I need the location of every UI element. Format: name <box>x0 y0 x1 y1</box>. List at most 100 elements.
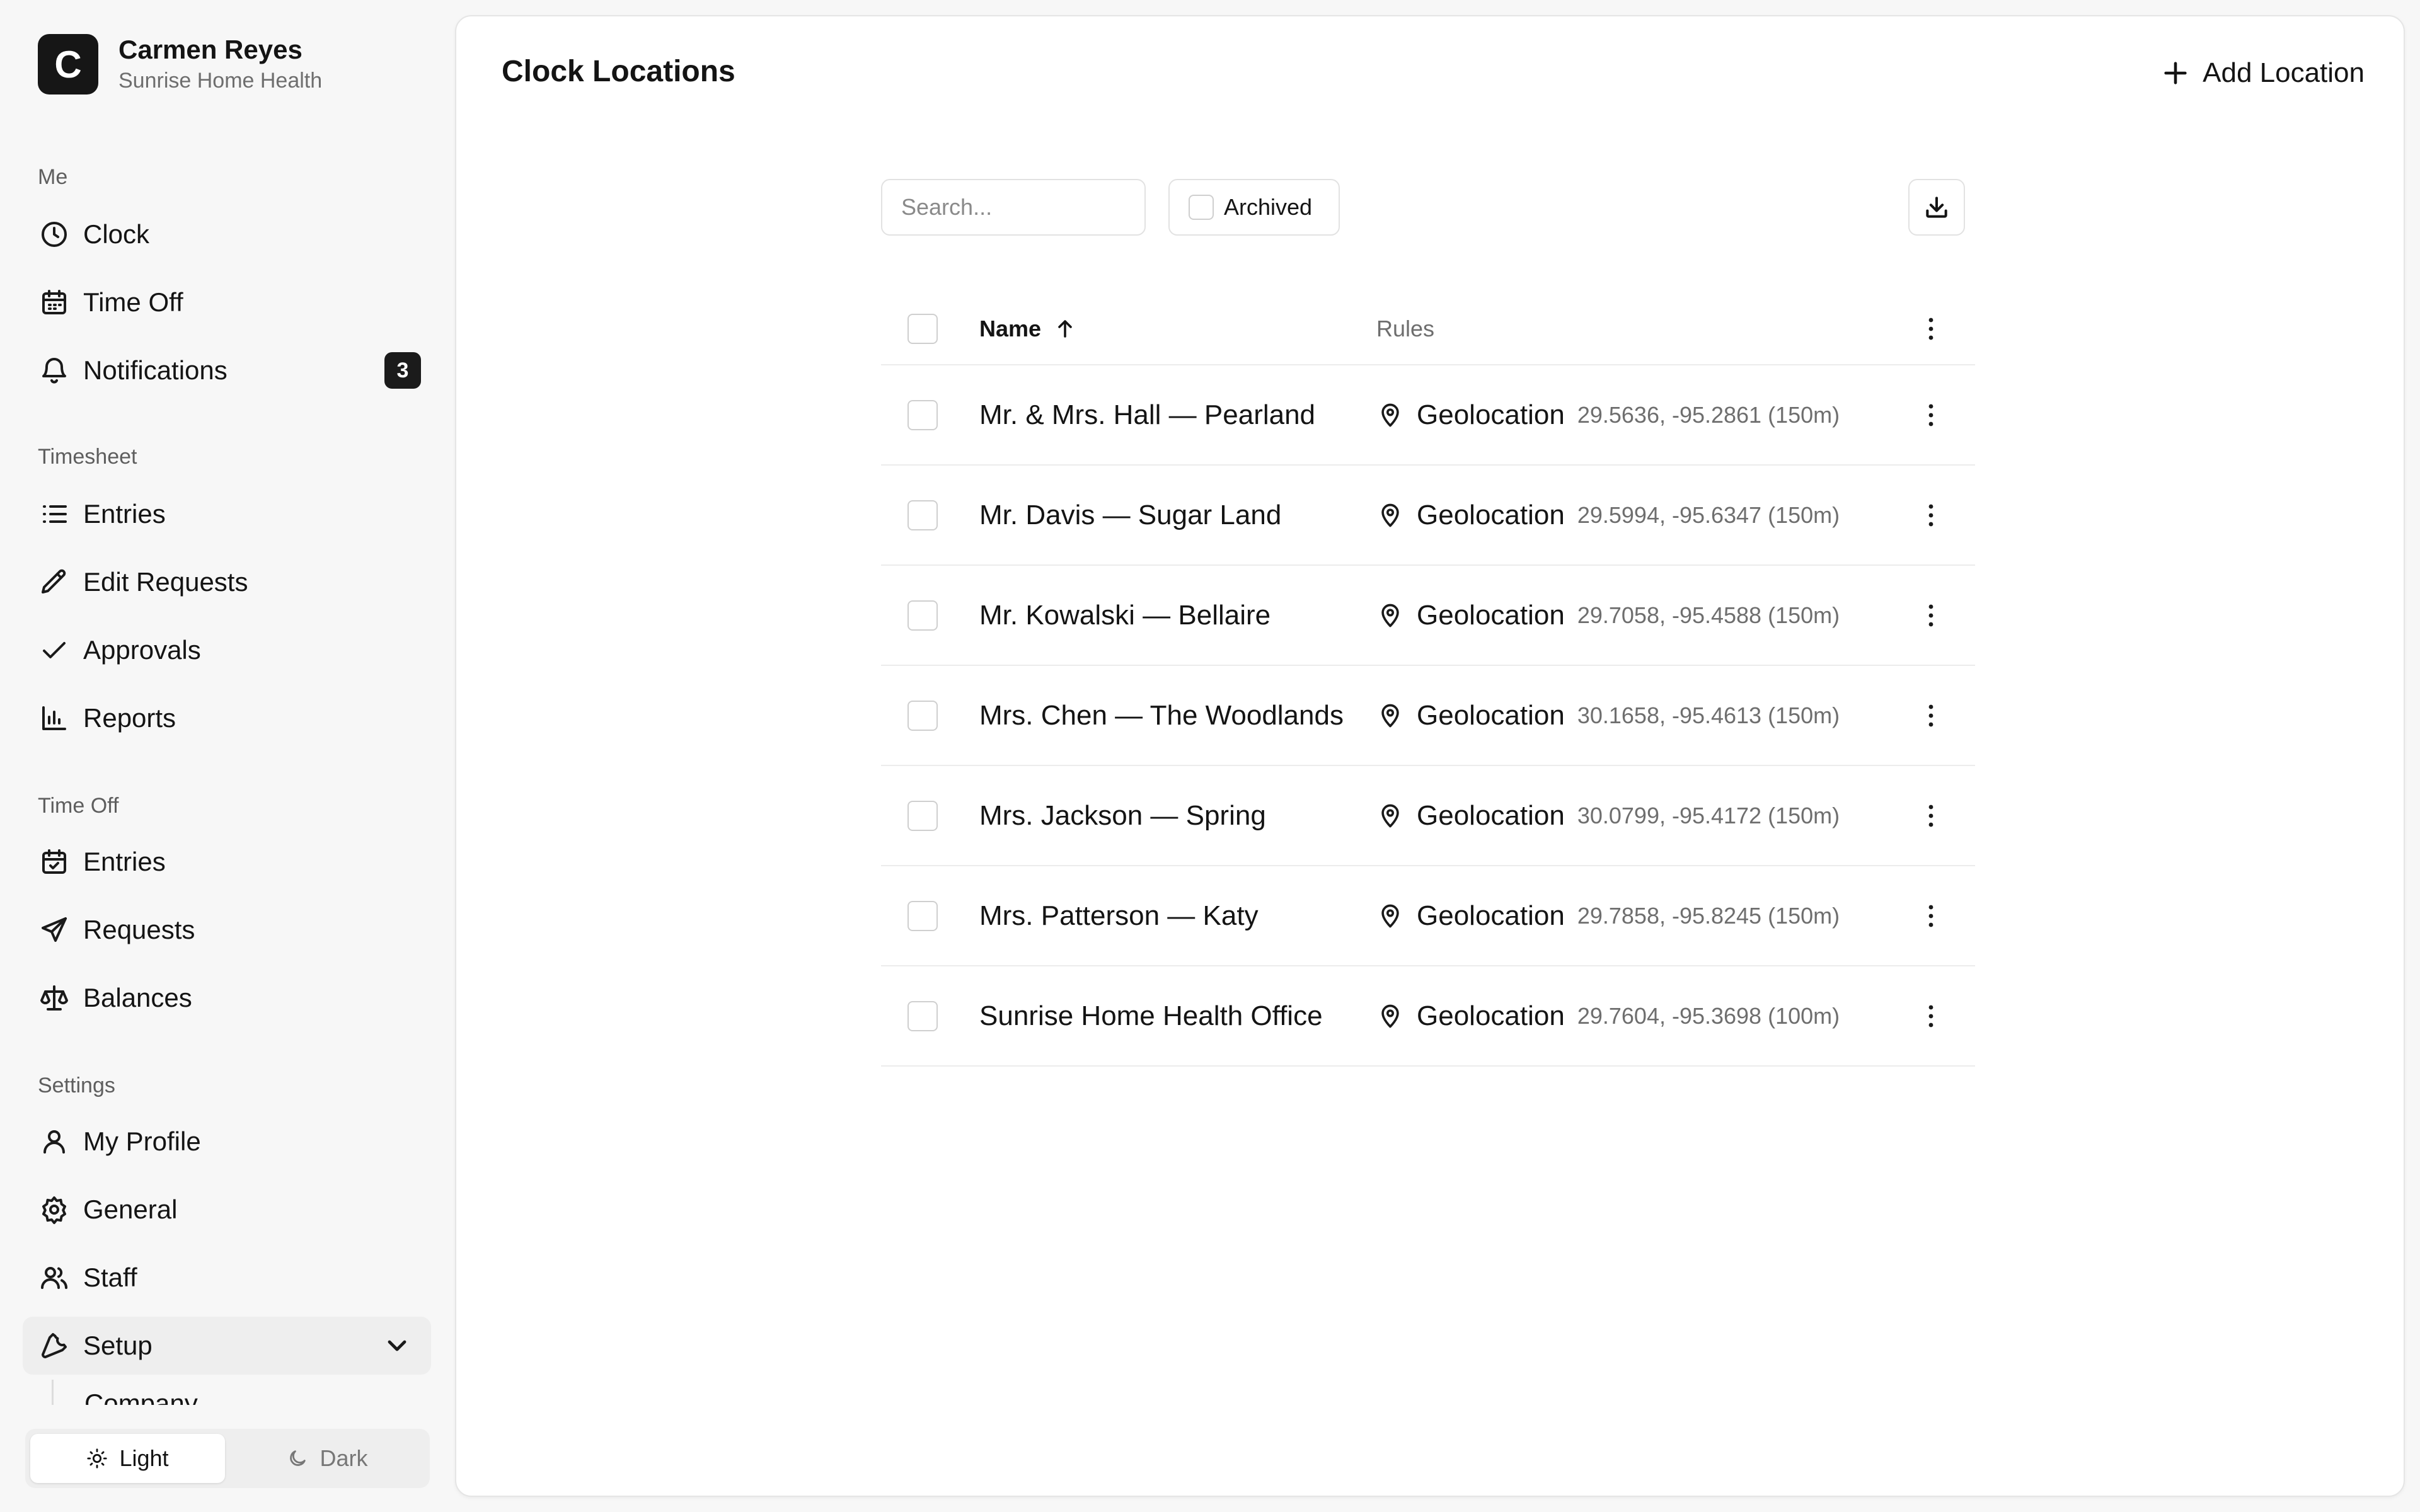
send-icon <box>38 914 71 946</box>
location-rule: Geolocation 29.7058, -95.4588 (150m) <box>1376 600 1840 631</box>
table-row[interactable]: Mr. & Mrs. Hall — Pearland Geolocation 29.… <box>881 365 1975 466</box>
row-checkbox[interactable] <box>908 800 938 831</box>
location-rule: Geolocation 30.0799, -95.4172 (150m) <box>1376 800 1840 832</box>
row-checkbox[interactable] <box>908 1000 938 1031</box>
theme-toggle: Light Dark <box>25 1429 430 1488</box>
locations-table: Name Rules Mr. & Mrs. Hall — Pearland Geo… <box>881 294 1975 1067</box>
column-options-icon[interactable] <box>1916 314 1946 344</box>
map-pin-icon <box>1376 902 1404 930</box>
add-location-button[interactable]: Add Location <box>2161 54 2365 92</box>
location-rule: Geolocation 29.7858, -95.8245 (150m) <box>1376 900 1840 932</box>
sidebar-item-label: My Profile <box>83 1126 201 1156</box>
check-icon <box>38 634 71 667</box>
sidebar-item-time-off[interactable]: Time Off <box>23 273 431 331</box>
rule-type: Geolocation <box>1417 900 1565 931</box>
table-row[interactable]: Mr. Davis — Sugar Land Geolocation 29.5994… <box>881 466 1975 566</box>
scale-icon <box>38 982 71 1014</box>
sidebar-item-label: Staff <box>83 1263 137 1292</box>
row-actions-icon[interactable] <box>1916 801 1946 831</box>
table-row[interactable]: Mr. Kowalski — Bellaire Geolocation 29.705… <box>881 566 1975 666</box>
column-header-name[interactable]: Name <box>979 316 1076 342</box>
row-checkbox[interactable] <box>908 600 938 631</box>
row-checkbox[interactable] <box>908 399 938 430</box>
rule-coordinates: 30.0799, -95.4172 (150m) <box>1577 802 1840 828</box>
row-actions-icon[interactable] <box>1916 701 1946 731</box>
location-name: Mr. Davis — Sugar Land <box>979 499 1282 530</box>
map-pin-icon <box>1376 702 1404 730</box>
theme-dark-label: Dark <box>320 1445 368 1471</box>
user-icon <box>38 1125 71 1158</box>
users-icon <box>38 1261 71 1294</box>
group-label-me: Me <box>38 165 68 189</box>
row-actions-icon[interactable] <box>1916 500 1946 530</box>
row-checkbox[interactable] <box>908 500 938 530</box>
sidebar-item-label: Entries <box>83 847 166 876</box>
rule-coordinates: 29.7604, -95.3698 (100m) <box>1577 1002 1840 1029</box>
table-row[interactable]: Mrs. Jackson — Spring Geolocation 30.0799,… <box>881 766 1975 866</box>
table-row[interactable]: Sunrise Home Health Office Geolocation 29.… <box>881 966 1975 1067</box>
sidebar-item-time-off-entries[interactable]: Entries <box>23 833 431 891</box>
select-all-checkbox[interactable] <box>908 314 938 344</box>
rule-type: Geolocation <box>1417 399 1565 430</box>
sidebar-item-reports[interactable]: Reports <box>23 689 431 747</box>
sidebar-subitem-company[interactable]: Company <box>84 1389 198 1405</box>
table-body: Mr. & Mrs. Hall — Pearland Geolocation 29.… <box>881 365 1975 1067</box>
sidebar-item-my-profile[interactable]: My Profile <box>23 1113 431 1171</box>
gear-icon <box>38 1193 71 1226</box>
rule-type: Geolocation <box>1417 599 1565 631</box>
download-button[interactable] <box>1908 179 1965 236</box>
row-checkbox[interactable] <box>908 900 938 931</box>
sidebar: C Carmen Reyes Sunrise Home Health Me Cl… <box>0 0 454 1512</box>
main-panel: Clock Locations Add Location Archived Na… <box>455 15 2405 1497</box>
search-input[interactable] <box>881 179 1146 236</box>
sidebar-item-edit-requests[interactable]: Edit Requests <box>23 553 431 611</box>
location-rule: Geolocation 29.7604, -95.3698 (100m) <box>1376 1000 1840 1032</box>
submenu-guide-line <box>52 1380 54 1405</box>
theme-light-button[interactable]: Light <box>30 1434 225 1483</box>
bar-chart-icon <box>38 702 71 735</box>
rule-coordinates: 29.5994, -95.6347 (150m) <box>1577 501 1840 528</box>
sidebar-item-label: Requests <box>83 915 195 944</box>
sidebar-item-approvals[interactable]: Approvals <box>23 621 431 679</box>
row-actions-icon[interactable] <box>1916 600 1946 631</box>
app-root: C Carmen Reyes Sunrise Home Health Me Cl… <box>0 0 2420 1512</box>
group-label-time-off: Time Off <box>38 794 119 818</box>
sort-ascending-icon <box>1058 320 1072 338</box>
row-actions-icon[interactable] <box>1916 901 1946 931</box>
sidebar-item-label: Entries <box>83 499 166 529</box>
sidebar-item-setup[interactable]: Setup <box>23 1317 431 1375</box>
sidebar-item-requests[interactable]: Requests <box>23 901 431 959</box>
sidebar-item-staff[interactable]: Staff <box>23 1249 431 1307</box>
sidebar-item-balances[interactable]: Balances <box>23 969 431 1027</box>
row-actions-icon[interactable] <box>1916 1001 1946 1031</box>
sidebar-item-label: Reports <box>83 703 176 733</box>
notification-count-badge: 3 <box>384 352 421 389</box>
row-actions-icon[interactable] <box>1916 400 1946 430</box>
location-rule: Geolocation 29.5994, -95.6347 (150m) <box>1376 500 1840 531</box>
archived-filter[interactable]: Archived <box>1168 179 1340 236</box>
sidebar-item-timesheet-entries[interactable]: Entries <box>23 485 431 543</box>
archived-checkbox[interactable] <box>1189 195 1214 220</box>
add-location-label: Add Location <box>2203 57 2365 88</box>
location-name: Mr. & Mrs. Hall — Pearland <box>979 399 1316 430</box>
list-icon <box>38 498 71 530</box>
sidebar-item-general[interactable]: General <box>23 1181 431 1239</box>
theme-dark-button[interactable]: Dark <box>230 1434 425 1483</box>
chevron-down-icon[interactable] <box>382 1331 412 1361</box>
sidebar-item-label: Approvals <box>83 635 201 665</box>
plus-icon <box>2164 62 2187 84</box>
table-row[interactable]: Mrs. Chen — The Woodlands Geolocation 30.1… <box>881 666 1975 766</box>
location-name: Mrs. Chen — The Woodlands <box>979 699 1344 731</box>
calendar-check-icon <box>38 845 71 878</box>
rule-type: Geolocation <box>1417 799 1565 831</box>
page-title: Clock Locations <box>502 55 735 88</box>
sidebar-item-notifications[interactable]: Notifications 3 <box>23 341 431 399</box>
sidebar-item-label: Time Off <box>83 287 183 317</box>
moon-icon <box>290 1450 306 1466</box>
table-row[interactable]: Mrs. Patterson — Katy Geolocation 29.7858,… <box>881 866 1975 966</box>
rule-coordinates: 29.7058, -95.4588 (150m) <box>1577 602 1840 628</box>
rule-coordinates: 29.5636, -95.2861 (150m) <box>1577 401 1840 428</box>
group-label-settings: Settings <box>38 1074 115 1097</box>
row-checkbox[interactable] <box>908 700 938 731</box>
sidebar-item-clock[interactable]: Clock <box>23 205 431 263</box>
